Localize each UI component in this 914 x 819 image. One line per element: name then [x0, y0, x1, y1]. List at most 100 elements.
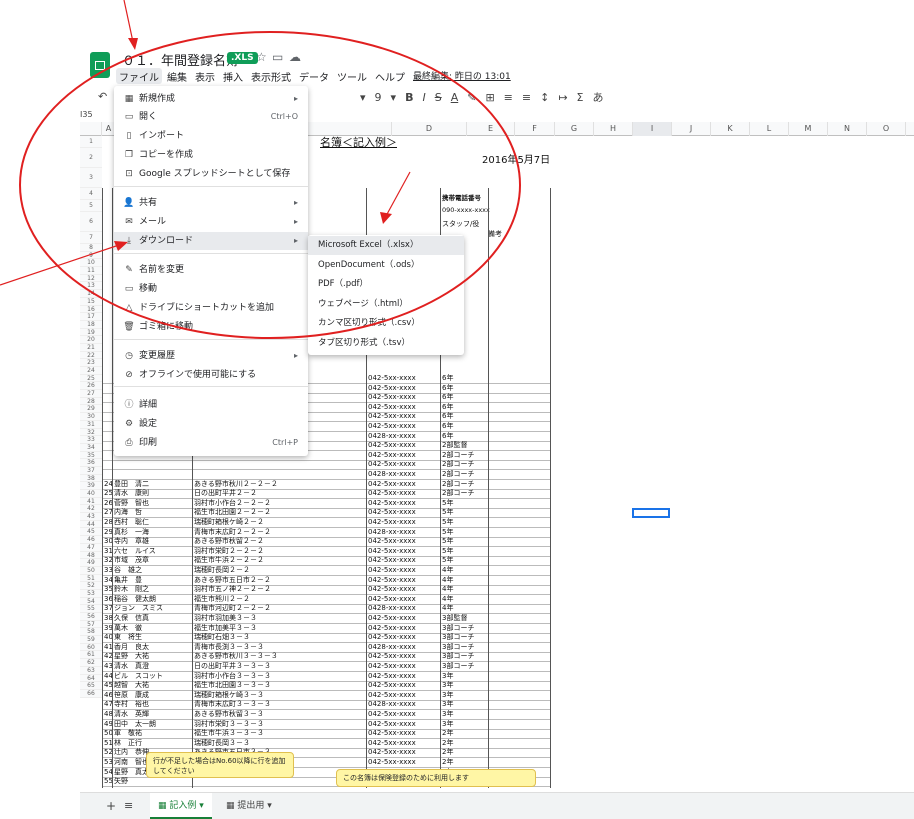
member-role[interactable]: 2部コーチ — [442, 480, 474, 489]
row-header[interactable]: 1 — [80, 136, 102, 148]
member-name[interactable]: 谷 雄之 — [114, 566, 142, 575]
file-menu-item-move-to-trash[interactable]: 🗑 ゴミ箱に移動 — [114, 318, 308, 336]
wrap-icon[interactable]: ↕ — [540, 91, 549, 104]
row-header[interactable]: 23 — [80, 359, 102, 367]
member-name[interactable]: 越智 大祐 — [114, 681, 149, 690]
row-header[interactable]: 2 — [80, 148, 102, 168]
member-phone[interactable]: 042-5xx-xxxx — [368, 739, 416, 748]
member-name[interactable]: 星野 真太 — [114, 768, 149, 777]
row-header[interactable]: 11 — [80, 267, 102, 275]
font-size[interactable]: 9 — [375, 91, 382, 104]
row-header[interactable]: 12 — [80, 274, 102, 283]
member-name[interactable]: 真杉 一海 — [114, 528, 149, 537]
member-role[interactable]: 3年 — [442, 720, 453, 729]
member-phone[interactable]: 042-5xx-xxxx — [368, 585, 416, 594]
member-role[interactable]: 3年 — [442, 672, 453, 681]
row-header[interactable]: 14 — [80, 290, 102, 298]
row-header[interactable]: 5 — [80, 200, 102, 212]
valign-icon[interactable]: ≡ — [522, 91, 531, 104]
member-name[interactable]: 香月 良太 — [114, 643, 149, 652]
member-address[interactable]: 瑞穂町石畑３－３ — [194, 633, 250, 642]
row-header[interactable]: 65 — [80, 682, 102, 690]
menu-edit[interactable]: 編集 — [164, 68, 190, 84]
member-phone[interactable]: 0428-xx-xxxx — [368, 432, 416, 441]
member-phone[interactable]: 042-5xx-xxxx — [368, 672, 416, 681]
selected-cell-I35[interactable] — [632, 508, 670, 518]
row-header[interactable]: 13 — [80, 282, 102, 291]
member-phone[interactable]: 042-5xx-xxxx — [368, 518, 416, 527]
member-name[interactable]: 菅野 智也 — [114, 499, 149, 508]
member-address[interactable]: あきる野市秋川２－２－２ — [194, 480, 278, 489]
member-role[interactable]: 3部コーチ — [442, 652, 474, 661]
row-header[interactable]: 10 — [80, 259, 102, 268]
row-header[interactable]: 21 — [80, 343, 102, 352]
member-phone[interactable]: 042-5xx-xxxx — [368, 547, 416, 556]
member-name[interactable]: 軍 敬祐 — [114, 729, 142, 738]
member-address[interactable]: 福生市牛浜２－２－２ — [194, 556, 264, 565]
member-name[interactable]: 六セ ルイス — [114, 547, 156, 556]
row-header[interactable]: 15 — [80, 297, 102, 306]
member-phone[interactable]: 042-5xx-xxxx — [368, 480, 416, 489]
member-phone[interactable]: 042-5xx-xxxx — [368, 384, 416, 393]
file-menu-item-details[interactable]: ⓘ 詳細 — [114, 396, 308, 414]
member-role[interactable]: 3年 — [442, 691, 453, 700]
row-header[interactable]: 22 — [80, 351, 102, 360]
member-address[interactable]: 青梅市長渕３－３－３ — [194, 643, 264, 652]
row-header[interactable]: 39 — [80, 482, 102, 490]
member-address[interactable]: 瑞穂町箱根ケ崎３－３ — [194, 691, 264, 700]
member-name[interactable]: 清水 康則 — [114, 489, 149, 498]
member-role[interactable]: 6年 — [442, 422, 453, 431]
row-header[interactable]: 64 — [80, 674, 102, 683]
member-phone[interactable]: 042-5xx-xxxx — [368, 691, 416, 700]
row-header[interactable]: 40 — [80, 490, 102, 498]
member-name[interactable]: 稲谷 健太朗 — [114, 595, 156, 604]
menu-help[interactable]: ヘルプ — [372, 68, 408, 84]
member-phone[interactable]: 042-5xx-xxxx — [368, 681, 416, 690]
member-role[interactable]: 2部コーチ — [442, 451, 474, 460]
member-name[interactable]: 河南 智也 — [114, 758, 149, 767]
member-role[interactable]: 5年 — [442, 547, 453, 556]
member-role[interactable]: 6年 — [442, 412, 453, 421]
functions-icon[interactable]: Σ — [577, 91, 584, 104]
row-header[interactable]: 47 — [80, 543, 102, 552]
row-header[interactable]: 8 — [80, 244, 102, 252]
row-header[interactable]: 60 — [80, 643, 102, 652]
member-name[interactable]: 西村 聡仁 — [114, 518, 149, 527]
member-address[interactable]: 瑞穂町長岡３－３ — [194, 739, 250, 748]
row-header[interactable]: 53 — [80, 589, 102, 598]
row-header[interactable]: 32 — [80, 428, 102, 437]
download-option-xlsx[interactable]: Microsoft Excel（.xlsx） — [308, 236, 464, 255]
file-menu-item-share[interactable]: 👤 共有 ▸ — [114, 194, 308, 212]
file-menu-item-rename[interactable]: ✎ 名前を変更 — [114, 261, 308, 279]
member-address[interactable]: 福生市北田園２－２－２ — [194, 508, 271, 517]
row-header[interactable]: 29 — [80, 405, 102, 414]
member-role[interactable]: 2部コーチ — [442, 489, 474, 498]
member-name[interactable]: 亀井 豊 — [114, 576, 142, 585]
move-folder-icon[interactable]: ▭ — [272, 50, 283, 64]
menu-insert[interactable]: 挿入 — [220, 68, 246, 84]
download-option-tsv[interactable]: タブ区切り形式（.tsv） — [308, 334, 464, 353]
member-phone[interactable]: 042-5xx-xxxx — [368, 460, 416, 469]
row-header[interactable]: 62 — [80, 659, 102, 667]
file-menu-item-move[interactable]: ▭ 移動 — [114, 280, 308, 298]
member-address[interactable]: 羽村市小作台２－２－２ — [194, 499, 271, 508]
member-name[interactable]: ビル スコット — [114, 672, 163, 681]
row-header[interactable]: 59 — [80, 636, 102, 644]
member-address[interactable]: あきる野市秋留３－３ — [194, 710, 264, 719]
download-option-html[interactable]: ウェブページ（.html） — [308, 295, 464, 314]
member-role[interactable]: 4年 — [442, 604, 453, 613]
member-role[interactable]: 4年 — [442, 585, 453, 594]
member-name[interactable]: 内海 哲 — [114, 508, 142, 517]
member-role[interactable]: 3年 — [442, 710, 453, 719]
member-name[interactable]: 田中 太一朗 — [114, 720, 156, 729]
row-header[interactable]: 25 — [80, 374, 102, 383]
row-header[interactable]: 63 — [80, 666, 102, 675]
column-header-o[interactable]: O — [867, 122, 906, 136]
member-name[interactable]: 鈴木 剛之 — [114, 585, 149, 594]
member-phone[interactable]: 042-5xx-xxxx — [368, 441, 416, 450]
row-header[interactable]: 33 — [80, 436, 102, 444]
download-option-csv[interactable]: カンマ区切り形式（.csv） — [308, 314, 464, 333]
row-header[interactable]: 37 — [80, 466, 102, 475]
download-option-ods[interactable]: OpenDocument（.ods） — [308, 256, 464, 275]
member-role[interactable]: 5年 — [442, 499, 453, 508]
